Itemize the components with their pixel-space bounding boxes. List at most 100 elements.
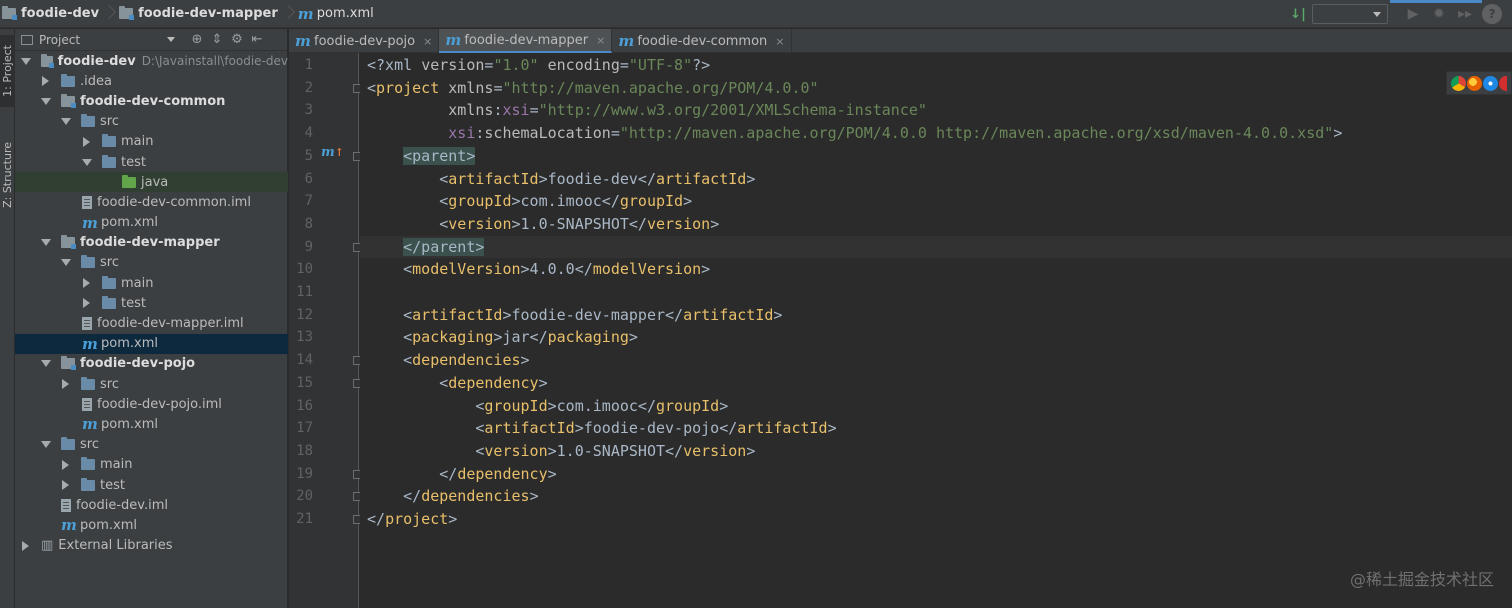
chevron-right-icon[interactable] [62, 459, 69, 470]
code-line[interactable]: <artifactId>foodie-dev</artifactId> [360, 168, 755, 191]
firefox-icon[interactable] [1466, 75, 1482, 91]
code-token: <?xml [367, 56, 422, 74]
chevron-down-icon[interactable] [21, 57, 31, 65]
view-dropdown-icon[interactable] [167, 37, 175, 42]
code-line[interactable]: <modelVersion>4.0.0</modelVersion> [360, 258, 710, 281]
chrome-icon[interactable] [1450, 75, 1466, 91]
breadcrumb-module[interactable]: foodie-dev-mapper [115, 0, 282, 28]
tree-item[interactable]: ▥ External Libraries [15, 536, 288, 556]
tree-item[interactable]: main [15, 132, 288, 152]
chevron-right-icon[interactable] [83, 278, 90, 289]
code-line[interactable]: <dependency> [360, 372, 547, 395]
code-line[interactable]: xsi:schemaLocation="http://maven.apache.… [360, 122, 1342, 145]
code-line[interactable]: <version>1.0-SNAPSHOT</version> [360, 213, 719, 236]
chevron-down-icon[interactable] [41, 239, 51, 247]
tree-item[interactable]: main [15, 273, 288, 293]
module-folder-icon [119, 6, 135, 20]
breadcrumb-label: foodie-dev [21, 6, 100, 21]
line-number: 6 [304, 170, 313, 187]
coverage-icon[interactable]: ▸▸ [1452, 0, 1478, 28]
tree-item[interactable]: main [15, 455, 288, 475]
tree-item[interactable]: test [15, 293, 288, 313]
sync-icon[interactable]: ↓| [1288, 0, 1308, 28]
tree-item[interactable]: m pom.xml [15, 515, 288, 535]
code-line[interactable]: <packaging>jar</packaging> [360, 326, 638, 349]
code-line[interactable] [360, 281, 367, 304]
chevron-down-icon[interactable] [82, 158, 92, 166]
chevron-down-icon[interactable] [61, 118, 71, 126]
code-line[interactable]: <version>1.0-SNAPSHOT</version> [360, 440, 755, 463]
code-token: "UTF-8" [628, 56, 693, 74]
code-line[interactable]: <groupId>com.imooc</groupId> [360, 190, 692, 213]
chevron-right-icon[interactable] [83, 298, 90, 309]
code-token: >foodie-dev-mapper</ [502, 305, 684, 324]
code-line[interactable]: xmlns:xsi="http://www.w3.org/2001/XMLSch… [360, 99, 927, 122]
tree-item[interactable]: test [15, 152, 288, 172]
tree-item[interactable]: foodie-dev-common.iml [15, 192, 288, 212]
code-line[interactable]: </dependencies> [360, 485, 538, 508]
chevron-down-icon[interactable] [41, 441, 51, 449]
tree-item[interactable]: m pom.xml [15, 414, 288, 434]
chevron-right-icon[interactable] [83, 136, 90, 147]
module-folder-icon [41, 53, 54, 68]
chevron-down-icon[interactable] [41, 360, 51, 368]
code-line[interactable]: <dependencies> [360, 349, 529, 372]
tree-item[interactable]: java [15, 172, 288, 193]
tab-foodie-dev-pojo[interactable]: m foodie-dev-pojo × [289, 29, 440, 53]
tree-item[interactable]: foodie-dev-mapper [15, 233, 288, 253]
tree-item[interactable]: src [15, 374, 288, 394]
debug-icon[interactable]: ✹ [1426, 0, 1452, 28]
project-panel-title[interactable]: Project [39, 33, 167, 47]
chevron-right-icon[interactable] [22, 540, 29, 551]
breadcrumb-root[interactable]: foodie-dev [0, 0, 103, 28]
tree-item[interactable]: m pom.xml [15, 333, 288, 354]
code-editor[interactable]: <?xml version="1.0" encoding="UTF-8"?> <p… [360, 53, 1512, 608]
code-line[interactable]: </parent> [360, 235, 1512, 259]
chevron-down-icon[interactable] [41, 97, 51, 105]
chevron-right-icon[interactable] [62, 379, 69, 390]
tree-item[interactable]: foodie-dev.iml [15, 495, 288, 515]
help-icon[interactable]: ? [1482, 4, 1502, 24]
chevron-right-icon[interactable] [62, 480, 69, 491]
tab-foodie-dev-common[interactable]: m foodie-dev-common × [612, 29, 792, 53]
tree-item[interactable]: test [15, 475, 288, 495]
chevron-down-icon[interactable] [61, 259, 71, 267]
close-icon[interactable]: × [775, 35, 784, 48]
breadcrumb-file[interactable]: m pom.xml [294, 0, 378, 28]
safari-icon[interactable] [1483, 75, 1499, 91]
scroll-from-source-icon[interactable]: ⊕ [187, 32, 207, 47]
editor-gutter[interactable]: m↑ 1 2 3 4 5 6 7 8 9 10 11 12 13 14 15 16 17 18 19 20 21 [289, 53, 362, 608]
tree-item[interactable]: .idea [15, 71, 288, 91]
code-line[interactable]: <groupId>com.imooc</groupId> [360, 395, 728, 418]
tree-item[interactable]: foodie-dev D:\Javainstall\foodie-dev [15, 51, 288, 71]
settings-gear-icon[interactable]: ⚙ [227, 32, 247, 47]
tree-item[interactable]: foodie-dev-common [15, 91, 288, 111]
close-icon[interactable]: × [596, 34, 605, 47]
code-line[interactable]: </dependency> [360, 463, 556, 486]
opera-icon[interactable] [1499, 75, 1508, 91]
tree-item[interactable]: src [15, 112, 288, 132]
tree-item[interactable]: src [15, 435, 288, 455]
code-line[interactable]: </project> [360, 508, 457, 531]
close-icon[interactable]: × [423, 35, 432, 48]
overrides-parent-icon[interactable]: m↑ [321, 145, 344, 160]
structure-tool-button[interactable]: Z: Structure [0, 131, 15, 219]
run-icon[interactable]: ▶ [1400, 0, 1426, 28]
tree-item[interactable]: foodie-dev-pojo [15, 354, 288, 374]
code-line[interactable]: <?xml version="1.0" encoding="UTF-8"?> [360, 54, 710, 77]
tab-foodie-dev-mapper[interactable]: m foodie-dev-mapper × [439, 29, 613, 53]
hide-panel-icon[interactable]: ⇤ [247, 32, 267, 47]
tree-item[interactable]: foodie-dev-mapper.iml [15, 313, 288, 333]
chevron-right-icon[interactable] [42, 76, 49, 87]
code-token: packaging [547, 328, 629, 347]
tree-item[interactable]: src [15, 253, 288, 273]
code-line[interactable]: <artifactId>foodie-dev-pojo</artifactId> [360, 417, 836, 440]
code-line[interactable]: <artifactId>foodie-dev-mapper</artifactI… [360, 304, 782, 327]
run-configuration-select[interactable] [1312, 4, 1388, 24]
code-line[interactable]: <project xmlns="http://maven.apache.org/… [360, 77, 819, 100]
project-tool-button[interactable]: 1: Project [0, 35, 15, 107]
code-line[interactable]: <parent> [360, 145, 476, 168]
tree-item[interactable]: m pom.xml [15, 213, 288, 233]
tree-item[interactable]: foodie-dev-pojo.iml [15, 394, 288, 414]
collapse-all-icon[interactable]: ⇕ [207, 32, 227, 47]
